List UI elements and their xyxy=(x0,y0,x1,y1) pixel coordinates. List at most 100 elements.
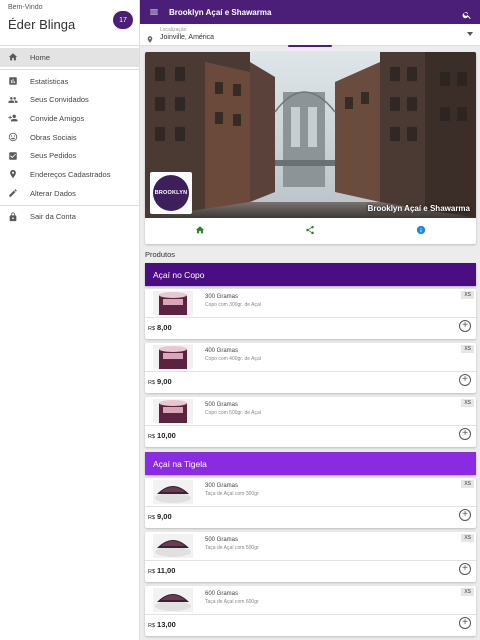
product-card[interactable]: 500 Gramas Taça de Açaí com 500gr XS R$ 1… xyxy=(145,532,476,582)
add-to-cart-button[interactable]: + xyxy=(459,563,471,575)
location-value: Joinville, América xyxy=(160,34,215,41)
add-to-cart-button[interactable]: + xyxy=(459,509,471,521)
price-value: 10,00 xyxy=(157,431,176,440)
price-value: 11,00 xyxy=(157,566,176,575)
size-badge: XS xyxy=(461,291,474,299)
sidebar-item-label: Sair da Conta xyxy=(30,212,76,222)
sidebar-item-statistics[interactable]: Estatísticas xyxy=(0,72,139,91)
product-card[interactable]: 600 Gramas Taça de Açaí com 600gr XS R$ 1… xyxy=(145,586,476,636)
product-price: R$ 11,00 xyxy=(148,566,175,575)
location-selector[interactable]: Localização Joinville, América xyxy=(140,24,480,47)
product-price: R$ 9,00 xyxy=(148,512,172,521)
sidebar-item-label: Obras Sociais xyxy=(30,132,77,142)
product-image xyxy=(153,588,193,612)
person-add-icon xyxy=(8,113,18,123)
product-card[interactable]: 400 Gramas Copo com 400gr. de Açaí XS R$… xyxy=(145,343,476,393)
divider xyxy=(145,317,476,318)
add-to-cart-button[interactable]: + xyxy=(459,617,471,629)
currency-symbol: R$ xyxy=(148,623,156,629)
size-badge: XS xyxy=(461,534,474,542)
product-image xyxy=(153,480,193,504)
product-price: R$ 13,00 xyxy=(148,620,176,629)
product-price: R$ 8,00 xyxy=(148,323,172,332)
sidebar-item-social[interactable]: Obras Sociais xyxy=(0,128,139,147)
product-image xyxy=(153,291,193,315)
price-value: 9,00 xyxy=(157,377,172,386)
product-image xyxy=(153,345,193,369)
store-actions xyxy=(145,218,476,244)
info-icon[interactable] xyxy=(416,222,426,240)
location-pin-icon xyxy=(146,31,154,43)
sidebar: Bem-Vindo Éder Blinga 17 Home Estatístic… xyxy=(0,0,140,640)
price-value: 9,00 xyxy=(157,512,172,521)
size-badge: XS xyxy=(461,480,474,488)
add-to-cart-button[interactable]: + xyxy=(459,428,471,440)
sidebar-item-label: Endereços Cadastrados xyxy=(30,169,111,179)
size-badge: XS xyxy=(461,588,474,596)
share-icon[interactable] xyxy=(305,222,315,240)
store-cover-image xyxy=(145,52,476,218)
sidebar-item-invite[interactable]: Convide Amigos xyxy=(0,109,139,128)
product-image xyxy=(153,534,193,558)
points-badge[interactable]: 17 xyxy=(113,11,133,29)
size-badge: XS xyxy=(461,399,474,407)
product-card[interactable]: 500 Gramas Copo com 500gr. de Açaí XS R$… xyxy=(145,397,476,447)
main-content: BROOKLYN Brooklyn Açaí e Shawarma Produt… xyxy=(140,46,480,640)
product-description: Copo com 400gr. de Açaí xyxy=(205,356,262,362)
checkbox-icon xyxy=(8,151,18,161)
smile-icon xyxy=(8,132,18,142)
product-price: R$ 9,00 xyxy=(148,377,172,386)
people-icon xyxy=(8,95,18,105)
category-header[interactable]: Açaí no Copo xyxy=(145,263,476,286)
sidebar-item-edit[interactable]: Alterar Dados xyxy=(0,184,139,203)
welcome-text: Bem-Vindo xyxy=(8,4,43,11)
currency-symbol: R$ xyxy=(148,569,156,575)
add-to-cart-button[interactable]: + xyxy=(459,374,471,386)
sidebar-header: Bem-Vindo Éder Blinga 17 xyxy=(0,0,139,45)
divider xyxy=(145,614,476,615)
product-card[interactable]: 300 Gramas Copo com 300gr. de Açaí XS R$… xyxy=(145,289,476,339)
sidebar-item-label: Alterar Dados xyxy=(30,188,76,198)
price-value: 13,00 xyxy=(157,620,176,629)
store-name: Brooklyn Açaí e Shawarma xyxy=(367,204,470,213)
currency-symbol: R$ xyxy=(148,434,156,440)
price-value: 8,00 xyxy=(157,323,172,332)
product-name: 400 Gramas xyxy=(205,348,239,354)
search-icon[interactable] xyxy=(462,7,472,19)
sidebar-item-logout[interactable]: Sair da Conta xyxy=(0,208,139,227)
currency-symbol: R$ xyxy=(148,515,156,521)
store-card: BROOKLYN Brooklyn Açaí e Shawarma xyxy=(145,52,476,244)
sidebar-item-home[interactable]: Home xyxy=(0,48,139,67)
product-image xyxy=(153,399,193,423)
product-card[interactable]: 300 Gramas Taça de Açaí com 300gr XS R$ 9… xyxy=(145,478,476,528)
product-name: 500 Gramas xyxy=(205,402,239,408)
edit-icon xyxy=(8,188,18,198)
home-icon xyxy=(8,52,18,62)
sidebar-item-guests[interactable]: Seus Convidados xyxy=(0,90,139,109)
hamburger-menu-icon[interactable] xyxy=(149,7,159,17)
sidebar-item-label: Seus Convidados xyxy=(30,95,89,105)
divider xyxy=(145,506,476,507)
product-description: Copo com 500gr. de Açaí xyxy=(205,410,262,416)
add-to-cart-button[interactable]: + xyxy=(459,320,471,332)
product-price: R$ 10,00 xyxy=(148,431,176,440)
sidebar-item-addresses[interactable]: Endereços Cadastrados xyxy=(0,165,139,184)
sidebar-item-orders[interactable]: Seus Pedidos xyxy=(0,146,139,165)
product-description: Taça de Açaí com 600gr xyxy=(205,599,259,605)
chart-icon xyxy=(8,76,18,86)
size-badge: XS xyxy=(461,345,474,353)
product-description: Taça de Açaí com 300gr xyxy=(205,491,259,497)
logo-text: BROOKLYN xyxy=(154,190,188,196)
category-header[interactable]: Açaí na Tigela xyxy=(145,452,476,475)
product-name: 300 Gramas xyxy=(205,294,239,300)
username: Éder Blinga xyxy=(8,17,76,32)
sidebar-item-label: Convide Amigos xyxy=(30,113,85,123)
sidebar-item-label: Home xyxy=(30,52,51,62)
product-name: 300 Gramas xyxy=(205,483,239,489)
divider xyxy=(145,560,476,561)
location-label: Localização xyxy=(160,27,187,33)
dropdown-arrow-icon[interactable] xyxy=(467,32,473,36)
store-logo: BROOKLYN xyxy=(150,172,192,214)
page-title: Brooklyn Açaí e Shawarma xyxy=(169,7,272,17)
home-icon[interactable] xyxy=(195,222,205,240)
